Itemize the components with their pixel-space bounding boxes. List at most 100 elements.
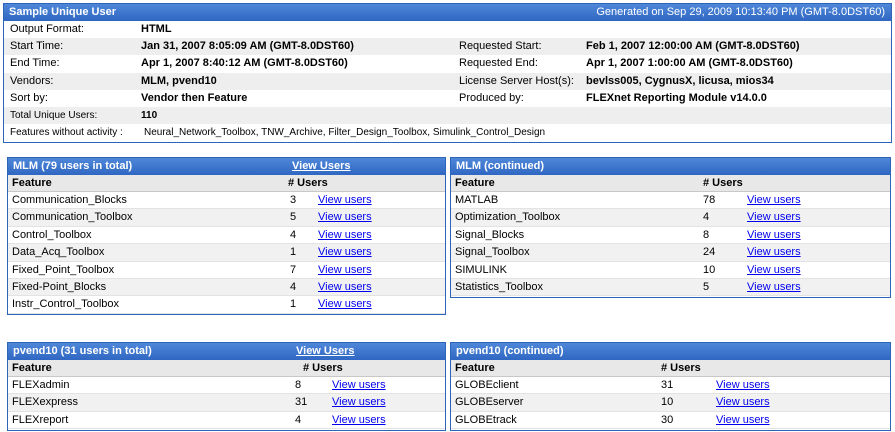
feature-name: Statistics_Toolbox — [455, 280, 544, 293]
table-row: Signal_Toolbox 24 View users — [451, 244, 890, 262]
pvend10-continued-panel: pvend10 (continued) Feature # Users GLOB… — [450, 342, 891, 431]
view-users-link[interactable]: View users — [747, 244, 801, 261]
requested-start-label: Requested Start: — [459, 40, 542, 53]
pvend10-table-body: FLEXadmin 8 View users FLEXexpress 31 View us… — [8, 377, 445, 430]
sort-label: Sort by: — [10, 91, 48, 104]
total-users-value: 110 — [141, 109, 158, 121]
view-users-link[interactable]: View users — [318, 262, 372, 279]
generated-timestamp: Generated on Sep 29, 2009 10:13:40 PM (G… — [596, 6, 885, 18]
pvend10-table-header: Feature # Users — [8, 360, 445, 377]
feature-name: FLEXadmin — [12, 379, 70, 391]
mlm-continued-table-header: Feature # Users — [451, 175, 890, 192]
view-users-link[interactable]: View users — [747, 209, 801, 226]
user-count: 1 — [290, 298, 297, 311]
user-count: 31 — [295, 396, 308, 409]
user-count: 4 — [290, 280, 297, 293]
pvend10-view-users-link[interactable]: View Users — [296, 343, 355, 360]
vendors-value: MLM, pvend10 — [141, 74, 217, 87]
table-row: Communication_Toolbox 5 View users — [8, 209, 445, 227]
report-summary-panel: Sample Unique User Generated on Sep 29, … — [3, 3, 892, 143]
mlm-table-body: Communication_Blocks 3 View users Communica… — [8, 192, 445, 314]
user-count: 5 — [290, 211, 297, 224]
feature-name: Fixed-Point_Blocks — [12, 280, 107, 293]
user-count: 10 — [661, 396, 674, 409]
inactive-features-label: Features without activity : — [10, 127, 123, 139]
summary-row-sort: Sort by: Vendor then Feature Produced by… — [4, 90, 891, 107]
mlm-view-users-link[interactable]: View Users — [292, 158, 351, 175]
view-users-link[interactable]: View users — [318, 209, 372, 226]
table-row: MATLAB 78 View users — [451, 192, 890, 210]
end-time-value: Apr 1, 2007 8:40:12 AM (GMT-8.0DST60) — [141, 57, 348, 70]
user-count: 8 — [703, 228, 710, 241]
table-row: Communication_Blocks 3 View users — [8, 192, 445, 210]
view-users-link[interactable]: View users — [332, 394, 386, 411]
user-count: 8 — [295, 379, 302, 391]
table-row: Fixed_Point_Toolbox 7 View users — [8, 262, 445, 279]
pvend10-title-bar: pvend10 (31 users in total) View Users — [8, 343, 445, 360]
user-count: 5 — [703, 280, 710, 293]
user-count: 4 — [290, 228, 297, 241]
view-users-link[interactable]: View users — [747, 279, 801, 296]
feature-column-header: Feature — [455, 362, 495, 374]
user-count: 1 — [290, 246, 297, 259]
license-hosts-value: bevlss005, CygnusX, licusa, mios34 — [586, 74, 774, 87]
users-column-header: # Users — [703, 177, 743, 189]
table-row: Signal_Blocks 8 View users — [451, 227, 890, 245]
users-column-header: # Users — [288, 177, 328, 189]
view-users-link[interactable]: View users — [318, 244, 372, 261]
feature-name: SIMULINK — [455, 263, 507, 276]
table-row: Data_Acq_Toolbox 1 View users — [8, 244, 445, 262]
pvend10-continued-title-bar: pvend10 (continued) — [451, 343, 890, 360]
view-users-link[interactable]: View users — [318, 227, 372, 244]
user-count: 4 — [703, 211, 710, 224]
user-count: 31 — [661, 379, 674, 391]
table-row: Fixed-Point_Blocks 4 View users — [8, 278, 445, 297]
mlm-table-header: Feature # Users — [8, 175, 445, 192]
vendors-label: Vendors: — [10, 74, 54, 87]
mlm-panel: MLM (79 users in total) View Users Featu… — [7, 157, 446, 315]
report-title: Sample Unique User — [9, 6, 116, 18]
total-users-label: Total Unique Users: — [10, 109, 98, 121]
view-users-link[interactable]: View users — [716, 377, 770, 394]
table-row: SIMULINK 10 View users — [451, 262, 890, 279]
view-users-link[interactable]: View users — [747, 262, 801, 279]
feature-name: Data_Acq_Toolbox — [12, 246, 105, 259]
user-count: 78 — [703, 194, 716, 206]
table-row: GLOBEclient 31 View users — [451, 377, 890, 395]
table-row: FLEXexpress 31 View users — [8, 394, 445, 412]
view-users-link[interactable]: View users — [318, 296, 372, 313]
feature-name: Signal_Toolbox — [455, 246, 530, 259]
user-count: 3 — [290, 194, 297, 206]
requested-end-label: Requested End: — [459, 57, 538, 70]
feature-name: Optimization_Toolbox — [455, 211, 561, 224]
license-hosts-label: License Server Host(s): — [459, 74, 574, 87]
user-count: 10 — [703, 263, 716, 276]
pvend10-continued-table-body: GLOBEclient 31 View users GLOBEserver 10 View… — [451, 377, 890, 430]
user-count: 30 — [661, 413, 674, 426]
user-count: 4 — [295, 413, 302, 426]
mlm-continued-title-bar: MLM (continued) — [451, 158, 890, 175]
view-users-link[interactable]: View users — [716, 394, 770, 411]
view-users-link[interactable]: View users — [747, 192, 801, 209]
view-users-link[interactable]: View users — [318, 192, 372, 209]
start-time-label: Start Time: — [10, 40, 64, 53]
feature-name: Signal_Blocks — [455, 228, 525, 241]
start-time-value: Jan 31, 2007 8:05:09 AM (GMT-8.0DST60) — [141, 40, 354, 53]
table-row: Instr_Control_Toolbox 1 View users — [8, 296, 445, 314]
end-time-label: End Time: — [10, 57, 60, 70]
view-users-link[interactable]: View users — [332, 412, 386, 429]
summary-row-end: End Time: Apr 1, 2007 8:40:12 AM (GMT-8.… — [4, 55, 891, 72]
view-users-link[interactable]: View users — [318, 279, 372, 296]
feature-name: Fixed_Point_Toolbox — [12, 263, 115, 276]
view-users-link[interactable]: View users — [747, 227, 801, 244]
feature-column-header: Feature — [12, 362, 52, 374]
view-users-link[interactable]: View users — [716, 412, 770, 429]
feature-name: FLEXreport — [12, 413, 69, 426]
table-row: GLOBEtrack 30 View users — [451, 412, 890, 430]
mlm-title: MLM (79 users in total) — [13, 160, 133, 172]
pvend10-title: pvend10 (31 users in total) — [13, 345, 152, 357]
view-users-link[interactable]: View users — [332, 377, 386, 394]
table-row: GLOBEserver 10 View users — [451, 394, 890, 412]
output-format-value: HTML — [141, 23, 172, 35]
table-row: FLEXreport 4 View users — [8, 412, 445, 430]
